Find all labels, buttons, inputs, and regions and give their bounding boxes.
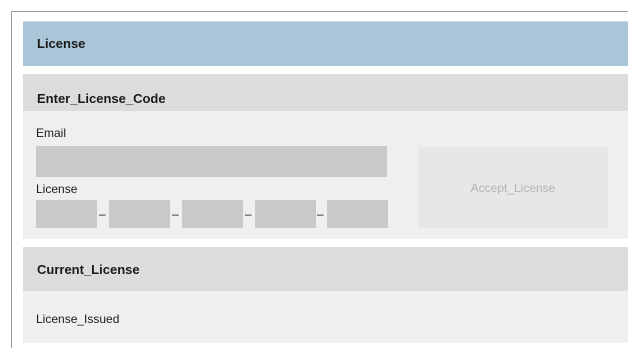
enter-license-title: Enter_License_Code: [37, 91, 166, 106]
license-key-segment-3[interactable]: [182, 200, 243, 228]
license-key-segment-1[interactable]: [36, 200, 97, 228]
license-key-separator: –: [245, 207, 252, 221]
page-header: License: [23, 21, 628, 66]
license-key-segment-5[interactable]: [327, 200, 388, 228]
enter-license-panel: Enter_License_Code Email License – – – –…: [23, 74, 628, 239]
license-key-segment-2[interactable]: [109, 200, 170, 228]
email-field[interactable]: [36, 146, 387, 177]
license-label: License: [36, 182, 78, 196]
license-key-separator: –: [317, 207, 324, 221]
current-license-panel-header: Current_License: [23, 247, 628, 291]
license-key-separator: –: [99, 207, 106, 221]
enter-license-panel-header: Enter_License_Code: [23, 74, 628, 111]
license-issued-label: License_Issued: [36, 312, 120, 326]
email-label: Email: [36, 126, 67, 140]
license-key-separator: –: [172, 207, 179, 221]
current-license-title: Current_License: [37, 262, 140, 277]
license-key-segment-4[interactable]: [255, 200, 316, 228]
page-title: License: [37, 36, 86, 51]
current-license-panel: Current_License License_Issued: [23, 247, 628, 343]
accept-license-button[interactable]: Accept_License: [418, 147, 608, 228]
